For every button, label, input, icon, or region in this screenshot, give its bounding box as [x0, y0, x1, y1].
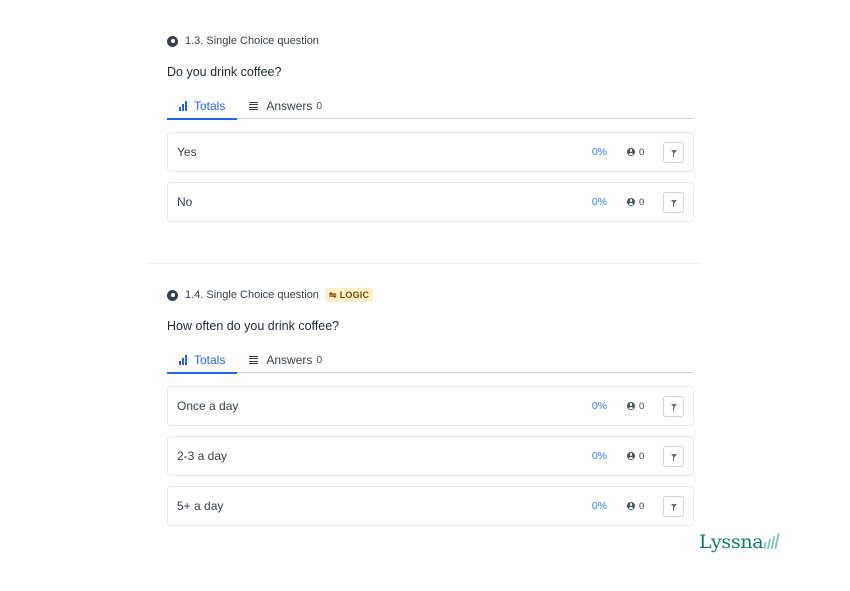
logic-icon: ⇋ [328, 289, 337, 300]
option-row: Yes 0% 0 [167, 132, 694, 172]
brand-mark-icon [763, 533, 780, 549]
option-percent: 0% [591, 196, 607, 208]
filter-icon [670, 150, 677, 157]
person-icon [627, 198, 635, 206]
person-icon [627, 148, 635, 156]
option-row: No 0% 0 [167, 182, 694, 222]
question-header: 1.3. Single Choice question [167, 33, 694, 49]
filter-button[interactable] [663, 395, 684, 417]
lyssna-logo: Lyssna [699, 531, 780, 553]
option-row: 2-3 a day 0% 0 [167, 436, 694, 476]
tab-answers-label: Answers [266, 99, 313, 113]
person-icon [627, 402, 635, 410]
option-percent: 0% [591, 400, 607, 412]
question-1-3: 1.3. Single Choice question Do you drink… [167, 33, 694, 232]
filter-icon [670, 200, 677, 207]
options-list: Once a day 0% 0 2-3 a day 0% 0 5+ a day … [167, 386, 694, 526]
bar-chart-icon [179, 355, 188, 365]
option-row: 5+ a day 0% 0 [167, 486, 694, 526]
filter-button[interactable] [663, 141, 684, 163]
option-label: 2-3 a day [177, 449, 228, 463]
question-prompt: How often do you drink coffee? [167, 319, 340, 333]
logic-badge-label: LOGIC [339, 290, 370, 300]
option-responses: 0 [627, 501, 653, 512]
question-type-label: 1.3. Single Choice question [185, 35, 319, 47]
radio-icon [167, 35, 178, 47]
tab-answers[interactable]: Answers 0 [237, 94, 334, 118]
tab-totals[interactable]: Totals [167, 94, 238, 120]
filter-icon [670, 504, 677, 511]
response-count: 0 [639, 450, 645, 462]
option-label: No [177, 195, 193, 209]
filter-button[interactable] [663, 495, 684, 517]
results-tabs: Totals Answers 0 [167, 94, 694, 120]
section-divider [148, 263, 700, 264]
results-tabs: Totals Answers 0 [167, 348, 694, 374]
option-responses: 0 [627, 197, 653, 208]
option-percent: 0% [591, 500, 607, 512]
tab-totals[interactable]: Totals [167, 348, 238, 374]
option-label: Yes [177, 145, 197, 159]
radio-icon [167, 289, 178, 301]
filter-button[interactable] [663, 191, 684, 213]
question-1-4: 1.4. Single Choice question ⇋ LOGIC How … [167, 287, 694, 536]
person-icon [627, 452, 635, 460]
tab-totals-label: Totals [194, 99, 226, 113]
option-responses: 0 [627, 451, 653, 462]
person-icon [627, 502, 635, 510]
list-icon [249, 356, 259, 364]
question-type-label: 1.4. Single Choice question [185, 289, 319, 301]
response-count: 0 [639, 146, 645, 158]
filter-icon [670, 404, 677, 411]
list-icon [249, 102, 259, 110]
logic-badge: ⇋ LOGIC [324, 288, 374, 302]
response-count: 0 [639, 500, 645, 512]
brand-name: Lyssna [699, 531, 764, 553]
answers-count: 0 [316, 100, 323, 112]
tab-answers-label: Answers [266, 353, 313, 367]
options-list: Yes 0% 0 No 0% 0 [167, 132, 694, 222]
bar-chart-icon [179, 101, 188, 111]
option-label: Once a day [177, 399, 239, 413]
tab-answers[interactable]: Answers 0 [237, 348, 334, 372]
question-prompt: Do you drink coffee? [167, 65, 282, 79]
response-count: 0 [639, 196, 645, 208]
option-responses: 0 [627, 401, 653, 412]
option-responses: 0 [627, 147, 653, 158]
option-label: 5+ a day [177, 499, 224, 513]
option-percent: 0% [591, 450, 607, 462]
option-percent: 0% [591, 146, 607, 158]
filter-icon [670, 454, 677, 461]
response-count: 0 [639, 400, 645, 412]
tab-totals-label: Totals [194, 353, 226, 367]
answers-count: 0 [316, 354, 323, 366]
option-row: Once a day 0% 0 [167, 386, 694, 426]
question-header: 1.4. Single Choice question ⇋ LOGIC [167, 287, 694, 303]
filter-button[interactable] [663, 445, 684, 467]
